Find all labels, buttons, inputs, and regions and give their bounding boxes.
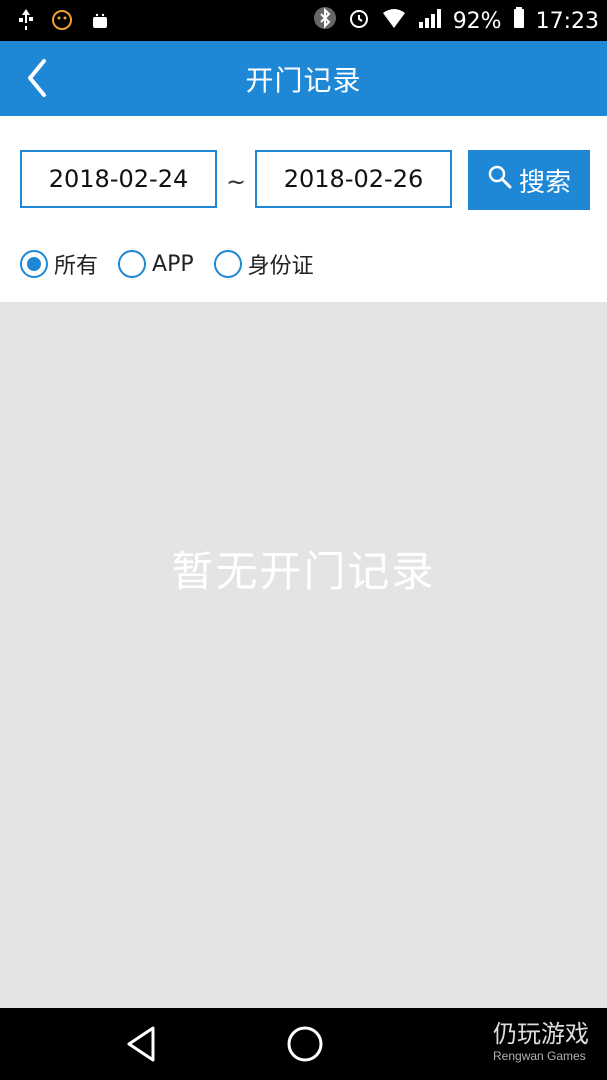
status-right-icons: 92% 17:23: [313, 6, 599, 36]
wifi-icon: [381, 6, 407, 36]
face-icon: [50, 8, 74, 36]
nav-back-button[interactable]: [123, 1024, 163, 1068]
navigation-bar: 仍玩游戏 Rengwan Games: [0, 1008, 607, 1080]
status-bar: 92% 17:23: [0, 0, 607, 41]
signal-icon: [417, 6, 443, 36]
radio-label-all: 所有: [54, 254, 99, 279]
source-filter-radios: 所有 APP 身份证: [20, 248, 314, 280]
watermark: 仍玩游戏 Rengwan Games: [493, 1014, 589, 1063]
battery-icon: [512, 6, 526, 36]
search-icon: [487, 164, 513, 197]
radio-id-card[interactable]: 身份证: [213, 248, 314, 280]
nav-home-button[interactable]: [285, 1024, 325, 1068]
app-bar: 开门记录: [0, 41, 607, 116]
search-button[interactable]: 搜索: [468, 150, 590, 210]
start-date-field[interactable]: 2018-02-24: [20, 150, 217, 208]
end-date-field[interactable]: 2018-02-26: [255, 150, 452, 208]
radio-all[interactable]: 所有: [20, 248, 98, 280]
android-icon: [88, 8, 112, 36]
circle-home-icon: [287, 1026, 323, 1062]
watermark-english: Rengwan Games: [493, 1049, 586, 1063]
radio-unchecked-icon: [118, 250, 147, 278]
radio-label-id-card: 身份证: [247, 254, 314, 279]
triangle-back-icon: [127, 1026, 155, 1062]
page-title: 开门记录: [245, 64, 362, 97]
status-left-icons: [16, 8, 112, 36]
status-time: 17:23: [535, 8, 599, 34]
date-separator: ~: [226, 168, 247, 196]
search-label: 搜索: [518, 167, 571, 198]
filter-panel: 2018-02-24 ~ 2018-02-26 搜索 所有 APP 身份证: [0, 116, 607, 302]
radio-unchecked-icon: [213, 250, 242, 278]
usb-icon: [16, 8, 36, 36]
battery-percent: 92%: [452, 8, 502, 34]
watermark-chinese: 仍玩游戏: [493, 1021, 589, 1048]
empty-state-message: 暂无开门记录: [171, 547, 436, 596]
records-content: 暂无开门记录: [0, 302, 607, 1008]
alarm-icon: [347, 6, 371, 36]
bluetooth-icon: [313, 6, 337, 36]
radio-checked-icon: [20, 250, 48, 278]
radio-app[interactable]: APP: [118, 250, 194, 278]
radio-label-app: APP: [152, 251, 194, 277]
